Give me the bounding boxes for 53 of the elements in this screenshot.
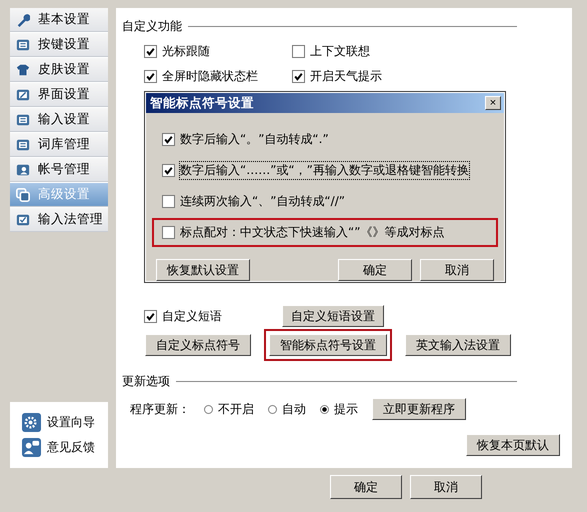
sidebar-item[interactable]: 输入设置 [10,108,108,132]
sidebar-item[interactable]: 输入法管理 [10,208,108,232]
option-checkbox[interactable]: 上下文联想 [292,43,452,60]
checkmark-icon [293,71,304,82]
update-label: 程序更新： [130,400,190,418]
sidebar-item[interactable]: 按键设置 [10,33,108,57]
option-checkbox[interactable]: 开启天气提示 [292,68,452,85]
update-now-button[interactable]: 立即更新程序 [372,398,466,420]
shirt-icon [16,62,30,76]
update-radio[interactable]: 不开启 [204,400,254,418]
option-checkbox[interactable]: 连续两次输入“、”自动转成“//” [162,193,488,210]
option-checkbox[interactable]: 数字后输入“。”自动转成“.” [162,131,488,148]
wrench-icon [16,12,30,26]
option-checkbox[interactable]: 光标跟随 [144,43,292,60]
section-title: 自定义功能 [122,18,182,35]
list-icon [16,112,30,126]
gear-icon [22,413,41,432]
sidebar-link[interactable]: 设置向导 [22,413,108,432]
sidebar-item[interactable]: 帐号管理 [10,158,108,182]
settings-button[interactable]: 智能标点符号设置 [269,334,387,356]
sidebar-link[interactable]: 意见反馈 [22,438,108,457]
cancel-button[interactable]: 取消 [410,475,482,499]
cancel-button[interactable]: 取消 [420,259,494,281]
option-checkbox[interactable]: 自定义短语 [144,308,222,324]
checkmark-icon [145,46,156,57]
restore-page-button[interactable]: 恢复本页默认 [466,434,560,456]
checkmark-icon [145,310,156,322]
settings-button[interactable]: 英文输入法设置 [405,334,511,356]
ok-button[interactable]: 确定 [338,259,412,281]
update-radio[interactable]: 提示 [320,400,358,418]
restore-defaults-button[interactable]: 恢复默认设置 [156,259,250,281]
option-checkbox[interactable]: 全屏时隐藏状态栏 [144,68,292,85]
settings-button[interactable]: 自定义标点符号 [145,334,251,356]
check-icon [16,212,30,226]
sidebar-item[interactable]: 皮肤设置 [10,58,108,82]
person-chat-icon [22,438,41,457]
sidebar-item[interactable]: 词库管理 [10,133,108,157]
dialog-title: 智能标点符号设置 [150,94,254,112]
checkmark-icon [163,134,174,145]
sidebar-item[interactable]: 界面设置 [10,83,108,107]
close-button[interactable]: × [485,96,501,110]
copy-icon [16,188,30,202]
update-radio[interactable]: 自动 [268,400,306,418]
pencil-icon [16,88,30,102]
ok-button[interactable]: 确定 [330,475,402,499]
option-checkbox[interactable]: 数字后输入“……”或“，”再输入数字或退格键智能转换 [162,162,488,179]
phrase-settings-button[interactable]: 自定义短语设置 [282,305,384,327]
checkmark-icon [163,165,174,176]
section-title: 更新选项 [122,373,170,390]
checkmark-icon [145,71,156,82]
user-icon [16,162,30,176]
option-checkbox[interactable]: 标点配对：中文状态下快速输入“”《》等成对标点 [162,224,488,241]
sidebar-item[interactable]: 基本设置 [10,8,108,32]
